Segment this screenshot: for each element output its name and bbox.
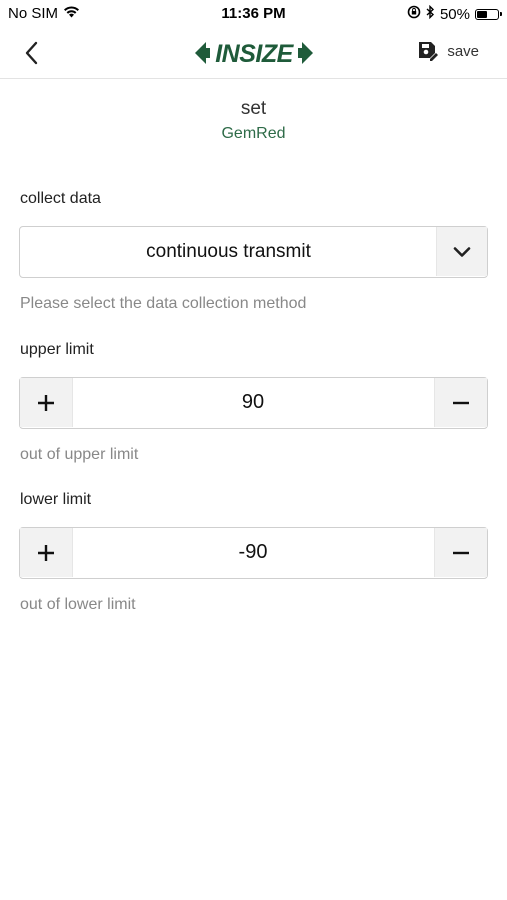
upper-limit-hint: out of upper limit xyxy=(20,446,139,463)
bluetooth-icon xyxy=(426,4,435,23)
lower-limit-label: lower limit xyxy=(20,491,92,508)
upper-limit-input[interactable] xyxy=(72,378,434,427)
orientation-lock-icon xyxy=(407,5,421,23)
save-button[interactable]: save xyxy=(417,40,479,62)
minus-icon xyxy=(453,551,469,554)
plus-icon xyxy=(38,394,54,411)
collect-method-hint: Please select the data collection method xyxy=(20,295,307,312)
battery-percent: 50% xyxy=(439,5,470,23)
dropdown-toggle[interactable] xyxy=(436,227,487,276)
save-label: save xyxy=(447,42,479,60)
upper-limit-decrement-button[interactable] xyxy=(434,378,487,427)
nav-bar: INSIZE save xyxy=(0,28,507,79)
upper-limit-label: upper limit xyxy=(20,341,94,358)
chevron-down-icon xyxy=(453,246,471,257)
back-button[interactable] xyxy=(18,38,48,68)
page-title: set xyxy=(240,98,267,119)
upper-limit-increment-button[interactable] xyxy=(20,378,73,427)
lower-limit-decrement-button[interactable] xyxy=(434,528,487,577)
lower-limit-hint: out of lower limit xyxy=(20,596,136,613)
upper-limit-stepper xyxy=(19,377,488,429)
collect-data-label: collect data xyxy=(20,190,101,207)
insize-logo: INSIZE xyxy=(193,38,315,68)
lower-limit-increment-button[interactable] xyxy=(20,528,73,577)
title-block: set GemRed xyxy=(0,98,507,143)
status-bar: No SIM 11:36 PM 50% xyxy=(0,0,507,28)
battery-icon xyxy=(475,8,502,20)
device-name: GemRed xyxy=(221,125,286,142)
status-right: 50% xyxy=(407,4,502,23)
collect-method-select[interactable]: continuous transmit xyxy=(19,226,488,278)
lower-limit-stepper xyxy=(19,527,488,579)
logo-text: INSIZE xyxy=(215,40,294,68)
plus-icon xyxy=(38,544,54,561)
save-icon xyxy=(419,42,439,61)
chevron-left-icon xyxy=(25,41,38,65)
minus-icon xyxy=(453,401,469,404)
collect-method-value: continuous transmit xyxy=(146,241,311,262)
lower-limit-input[interactable] xyxy=(72,528,434,577)
